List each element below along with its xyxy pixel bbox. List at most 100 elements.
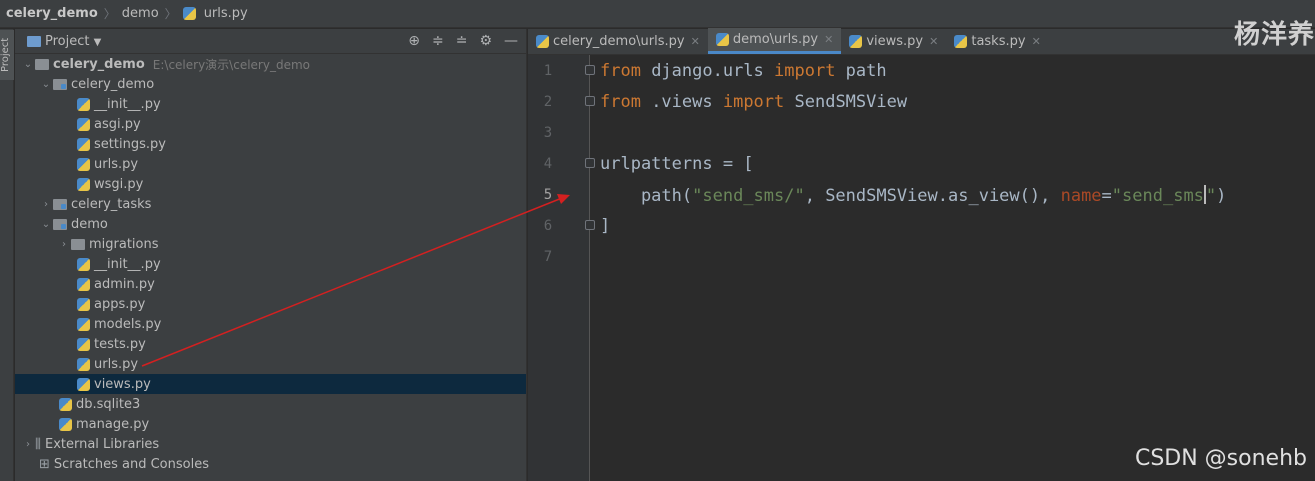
code-line-2: from .views import SendSMSView <box>600 92 908 112</box>
gear-icon[interactable]: ⚙ <box>479 33 492 49</box>
python-file-icon <box>715 33 729 46</box>
navigation-bar: celery_demo 〉 demo 〉 urls.py <box>0 0 1315 28</box>
python-file-icon <box>77 157 90 171</box>
watermark-title: 杨洋养 <box>1233 20 1315 50</box>
project-panel-header: Project ▼ ⊕ ≑ ≐ ⚙ — <box>15 29 526 54</box>
code-line-6: ] <box>600 216 611 236</box>
tree-item[interactable]: ⌄ demo <box>15 214 526 234</box>
project-view-dropdown[interactable]: Project ▼ <box>45 34 101 49</box>
project-view-icon <box>27 35 41 47</box>
python-file-icon <box>77 177 90 191</box>
line-number: 6 <box>543 218 553 234</box>
folder-icon <box>53 78 67 90</box>
chevron-right-icon[interactable]: › <box>57 239 71 250</box>
tab-demo-urls[interactable]: demo\urls.py ✕ <box>707 28 842 54</box>
line-number: 2 <box>543 94 553 110</box>
close-icon[interactable]: ✕ <box>691 35 700 48</box>
line-gutter: 1 2 3 4 5 6 7 <box>528 55 595 481</box>
left-tool-strip <box>0 29 14 481</box>
python-file-icon <box>77 317 90 331</box>
chevron-down-icon[interactable]: ⌄ <box>21 59 35 70</box>
breadcrumb-file[interactable]: urls.py <box>182 6 248 21</box>
tree-item[interactable]: › migrations <box>15 234 526 254</box>
editor-tabs: celery_demo\urls.py ✕ demo\urls.py ✕ views… <box>528 28 1315 55</box>
python-file-icon <box>77 117 90 131</box>
database-file-icon <box>59 397 72 411</box>
python-file-icon <box>77 297 90 311</box>
folder-icon <box>35 58 49 70</box>
python-file-icon <box>954 34 968 48</box>
tree-item[interactable]: apps.py <box>15 294 526 314</box>
line-number-current: 5 <box>543 187 553 203</box>
fold-marker-icon[interactable] <box>585 158 595 168</box>
python-file-icon <box>77 337 90 351</box>
chevron-down-icon[interactable]: ⌄ <box>39 79 53 90</box>
breadcrumb-project[interactable]: celery_demo <box>6 6 98 21</box>
line-number: 7 <box>543 249 553 265</box>
hide-icon[interactable]: — <box>504 33 518 49</box>
python-file-icon <box>849 34 863 48</box>
tree-item-selected[interactable]: views.py <box>15 374 526 394</box>
fold-marker-icon[interactable] <box>585 96 595 106</box>
python-file-icon <box>536 34 549 48</box>
python-file-icon <box>77 357 90 371</box>
tree-item[interactable]: admin.py <box>15 274 526 294</box>
close-icon[interactable]: ✕ <box>824 33 833 46</box>
tree-item[interactable]: ⊞ Scratches and Consoles <box>15 454 526 474</box>
project-tool-tab[interactable]: Project <box>0 30 14 80</box>
folder-icon <box>53 198 67 210</box>
fold-marker-icon[interactable] <box>585 220 595 230</box>
python-file-icon <box>77 257 90 271</box>
tree-item[interactable]: manage.py <box>15 414 526 434</box>
tree-item[interactable]: › celery_tasks <box>15 194 526 214</box>
python-file-icon <box>77 277 90 291</box>
code-line-1: from django.urls import path <box>600 61 887 81</box>
tree-item[interactable]: settings.py <box>15 134 526 154</box>
folder-icon <box>71 238 85 250</box>
chevron-down-icon[interactable]: ⌄ <box>39 219 53 230</box>
line-number: 3 <box>543 125 553 141</box>
scratches-icon: ⊞ <box>39 456 50 472</box>
tree-item[interactable]: ⌄ celery_demo <box>15 74 526 94</box>
tree-item[interactable]: models.py <box>15 314 526 334</box>
python-file-icon <box>182 7 196 20</box>
folder-icon <box>53 218 67 230</box>
code-editor: celery_demo\urls.py ✕ demo\urls.py ✕ views… <box>528 28 1315 481</box>
breadcrumb-folder[interactable]: demo <box>122 6 159 21</box>
line-number: 1 <box>543 63 553 79</box>
tree-item[interactable]: tests.py <box>15 334 526 354</box>
tree-item[interactable]: asgi.py <box>15 114 526 134</box>
code-line-4: urlpatterns = [ <box>600 154 754 174</box>
breadcrumb-separator: 〉 <box>103 7 116 21</box>
tree-item[interactable]: urls.py <box>15 154 526 174</box>
tree-item[interactable]: urls.py <box>15 354 526 374</box>
tree-item[interactable]: ⌄ celery_demo E:\celery演示\celery_demo <box>15 54 526 74</box>
code-line-5: path("send_sms/", SendSMSView.as_view(),… <box>600 185 1227 206</box>
collapse-all-icon[interactable]: ≐ <box>456 33 468 49</box>
line-number: 4 <box>543 156 553 172</box>
tab-celery-demo-urls[interactable]: celery_demo\urls.py ✕ <box>528 28 708 54</box>
tree-item[interactable]: wsgi.py <box>15 174 526 194</box>
library-icon: ⫼ <box>35 436 41 452</box>
close-icon[interactable]: ✕ <box>1032 35 1041 48</box>
chevron-right-icon[interactable]: › <box>39 199 53 210</box>
tree-item[interactable]: __init__.py <box>15 94 526 114</box>
fold-marker-icon[interactable] <box>585 65 595 75</box>
python-file-icon <box>59 417 72 431</box>
locate-icon[interactable]: ⊕ <box>408 33 420 49</box>
chevron-right-icon[interactable]: › <box>21 439 35 450</box>
watermark-csdn: CSDN @sonehb <box>1134 446 1307 471</box>
python-file-icon <box>77 377 90 391</box>
tree-item[interactable]: › ⫼ External Libraries <box>15 434 526 454</box>
python-file-icon <box>77 137 90 151</box>
tree-item[interactable]: db.sqlite3 <box>15 394 526 414</box>
expand-all-icon[interactable]: ≑ <box>432 33 444 49</box>
tab-tasks[interactable]: tasks.py ✕ <box>946 28 1048 54</box>
python-file-icon <box>77 97 90 111</box>
project-panel: Project ▼ ⊕ ≑ ≐ ⚙ — ⌄ celery_demo E:\celer… <box>15 29 527 481</box>
close-icon[interactable]: ✕ <box>929 35 938 48</box>
breadcrumb-separator: 〉 <box>164 7 177 21</box>
tree-item[interactable]: __init__.py <box>15 254 526 274</box>
project-tree: ⌄ celery_demo E:\celery演示\celery_demo ⌄ cel… <box>15 54 526 474</box>
tab-views[interactable]: views.py ✕ <box>841 28 946 54</box>
